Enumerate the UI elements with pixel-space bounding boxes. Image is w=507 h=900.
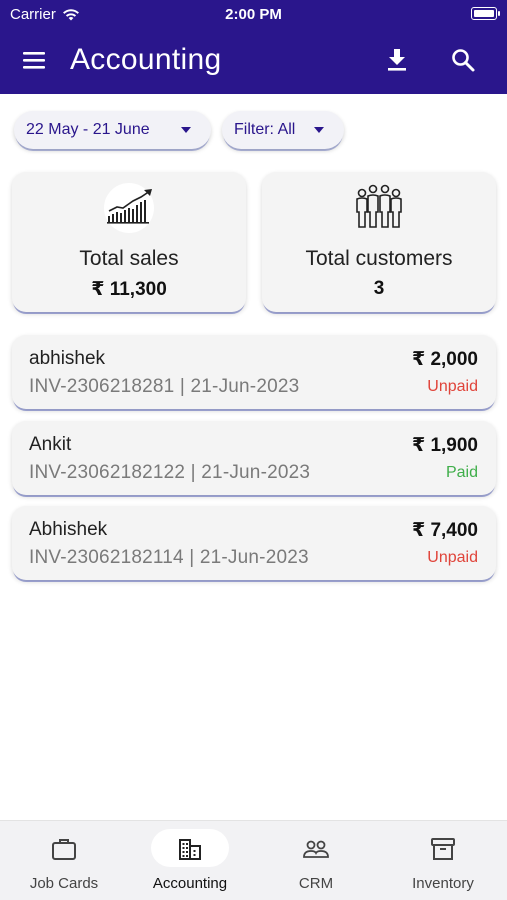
- total-sales-card: Total sales ₹ 11,300: [12, 172, 246, 312]
- invoice-number-date: INV-23062182122 | 21-Jun-2023: [29, 462, 311, 483]
- nav-item-accounting[interactable]: Accounting: [127, 821, 253, 900]
- status-bar: Carrier 2:00 PM: [0, 0, 507, 28]
- nav-item-label: Accounting: [152, 875, 228, 892]
- invoice-customer-name: Ankit: [29, 434, 72, 455]
- date-range-dropdown[interactable]: 22 May - 21 June: [14, 111, 211, 149]
- building-icon: [177, 836, 203, 862]
- invoice-amount: ₹ 7,400: [411, 520, 478, 541]
- status-time: 2:00 PM: [225, 6, 282, 23]
- filter-label: Filter: All: [234, 121, 296, 138]
- app-bar: Carrier 2:00 PM Accounting: [0, 0, 507, 94]
- download-icon[interactable]: [384, 46, 410, 74]
- toolbar: Accounting: [0, 36, 507, 86]
- nav-item-label: Job Cards: [29, 875, 99, 892]
- total-customers-label: Total customers: [305, 247, 453, 270]
- briefcase-icon: [51, 836, 77, 862]
- invoice-number-date: INV-2306218281 | 21-Jun-2023: [29, 376, 300, 397]
- invoice-amount: ₹ 2,000: [411, 349, 478, 370]
- nav-item-inventory[interactable]: Inventory: [380, 821, 506, 900]
- page-title: Accounting: [70, 43, 222, 76]
- invoice-list-item[interactable]: Ankit INV-23062182122 | 21-Jun-2023 ₹ 1,…: [12, 421, 496, 495]
- invoice-list-item[interactable]: Abhishek INV-23062182114 | 21-Jun-2023 ₹…: [12, 506, 496, 580]
- total-sales-label: Total sales: [79, 247, 179, 270]
- date-range-label: 22 May - 21 June: [26, 121, 150, 138]
- search-icon[interactable]: [449, 46, 477, 74]
- nav-item-crm[interactable]: CRM: [253, 821, 379, 900]
- invoice-amount: ₹ 1,900: [411, 435, 478, 456]
- invoice-status-badge: Unpaid: [427, 549, 478, 566]
- nav-item-label: CRM: [298, 875, 334, 892]
- invoice-status-badge: Paid: [445, 464, 478, 481]
- invoice-number-date: INV-23062182114 | 21-Jun-2023: [29, 547, 309, 568]
- battery-icon: [471, 7, 500, 20]
- invoice-list-item[interactable]: abhishek INV-2306218281 | 21-Jun-2023 ₹ …: [12, 335, 496, 409]
- people-icon: [303, 836, 329, 862]
- hamburger-menu-icon[interactable]: [22, 48, 48, 72]
- total-customers-value: 3: [373, 278, 385, 299]
- sales-growth-chart-icon: [103, 182, 155, 234]
- nav-item-job-cards[interactable]: Job Cards: [1, 821, 127, 900]
- invoice-customer-name: Abhishek: [29, 519, 108, 540]
- invoice-status-badge: Unpaid: [427, 378, 478, 395]
- customers-group-icon: [353, 182, 405, 234]
- nav-item-label: Inventory: [412, 875, 474, 892]
- archive-box-icon: [430, 836, 456, 862]
- total-customers-card: Total customers 3: [262, 172, 496, 312]
- caret-down-icon: [181, 127, 191, 133]
- caret-down-icon: [314, 127, 324, 133]
- bottom-navigation: Job Cards Accounting CRM Inventory: [0, 820, 507, 900]
- total-sales-value: ₹ 11,300: [91, 279, 167, 300]
- filter-dropdown[interactable]: Filter: All: [222, 111, 344, 149]
- invoice-customer-name: abhishek: [29, 348, 106, 369]
